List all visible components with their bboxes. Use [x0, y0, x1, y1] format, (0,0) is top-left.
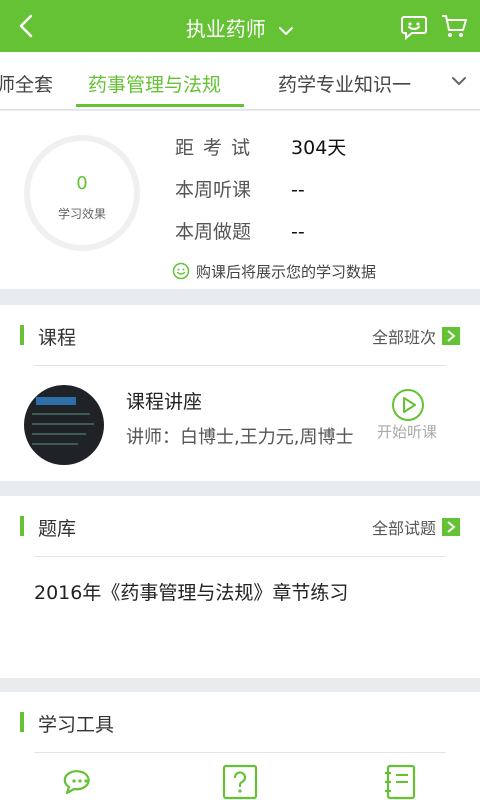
subject-tabs: 师全套 药事管理与法规 药学专业知识一 — [0, 52, 480, 110]
study-effect-ring: 0 学习效果 — [24, 135, 140, 251]
page-title: 执业药师 — [185, 17, 266, 41]
tab-pharmacy-knowledge-1[interactable]: 药学专业知识一 — [278, 70, 411, 97]
chapter-practice-item[interactable]: 2016年《药事管理与法规》章节练习 — [34, 578, 348, 605]
study-effect-label: 学习效果 — [57, 207, 106, 221]
all-classes-link[interactable]: 全部班次 — [372, 324, 460, 348]
question-bank-header: 题库 全部试题 — [0, 496, 480, 556]
divider — [34, 752, 446, 753]
chevron-right-icon — [442, 327, 460, 345]
purchase-hint-text: 购课后将展示您的学习数据 — [196, 263, 377, 281]
active-tab-indicator — [76, 104, 244, 107]
play-icon[interactable] — [390, 387, 426, 423]
course-title[interactable]: 课程讲座 — [126, 387, 202, 414]
thumbnail-decoration — [36, 397, 76, 405]
top-app-bar: 执业药师 — [0, 0, 480, 52]
course-thumbnail[interactable] — [24, 385, 104, 465]
course-section: 课程 全部班次 课程讲座 讲师：白博士,王力元,周博士 开始听课 — [0, 305, 480, 481]
thumbnail-decoration — [32, 433, 86, 435]
days-to-exam-row: 距考试 304天 — [175, 133, 346, 160]
divider — [34, 365, 446, 366]
all-classes-label: 全部班次 — [371, 328, 436, 347]
stat-value: -- — [291, 179, 305, 201]
section-accent-bar — [20, 516, 24, 536]
smile-icon — [172, 262, 190, 280]
study-stats-panel: 0 学习效果 距考试 304天 本周听课 -- 本周做题 -- 购课后将展示您的… — [0, 111, 480, 289]
stat-label: 距考试 — [175, 137, 260, 159]
chat-icon[interactable] — [60, 762, 100, 800]
stat-value: 304天 — [291, 137, 347, 159]
study-tools-header: 学习工具 — [0, 692, 480, 752]
thumbnail-decoration — [32, 413, 90, 415]
smile-icon[interactable] — [400, 12, 428, 40]
divider — [34, 556, 446, 557]
course-teacher: 讲师：白博士,王力元,周博士 — [126, 427, 354, 448]
section-title: 学习工具 — [38, 714, 115, 736]
weekly-questions-row: 本周做题 -- — [175, 217, 305, 244]
weekly-lessons-row: 本周听课 -- — [175, 175, 305, 202]
notebook-icon[interactable] — [380, 762, 420, 800]
thumbnail-decoration — [32, 443, 78, 445]
cart-icon[interactable] — [440, 12, 468, 40]
study-effect-value: 0 — [76, 173, 88, 194]
study-tools-section: 学习工具 — [0, 692, 480, 800]
chevron-down-icon — [279, 26, 294, 35]
chevron-right-icon — [442, 518, 460, 536]
section-accent-bar — [20, 325, 24, 345]
stat-value: -- — [291, 221, 305, 243]
course-section-header: 课程 全部班次 — [0, 305, 480, 365]
all-questions-link[interactable]: 全部试题 — [372, 515, 460, 539]
tab-pharmacy-law[interactable]: 药事管理与法规 — [88, 70, 221, 97]
start-lesson-button[interactable]: 开始听课 — [377, 421, 437, 442]
question-icon[interactable] — [220, 762, 260, 800]
thumbnail-decoration — [32, 423, 94, 425]
section-title: 题库 — [38, 518, 77, 540]
section-accent-bar — [20, 712, 24, 732]
chevron-down-icon[interactable] — [450, 72, 468, 90]
question-bank-section: 题库 全部试题 2016年《药事管理与法规》章节练习 — [0, 496, 480, 678]
all-questions-label: 全部试题 — [371, 519, 436, 538]
section-title: 课程 — [38, 327, 77, 349]
purchase-hint: 购课后将展示您的学习数据 — [172, 261, 376, 282]
stat-label: 本周做题 — [175, 221, 252, 243]
stat-label: 本周听课 — [175, 179, 252, 201]
tab-full-set[interactable]: 师全套 — [0, 70, 53, 97]
